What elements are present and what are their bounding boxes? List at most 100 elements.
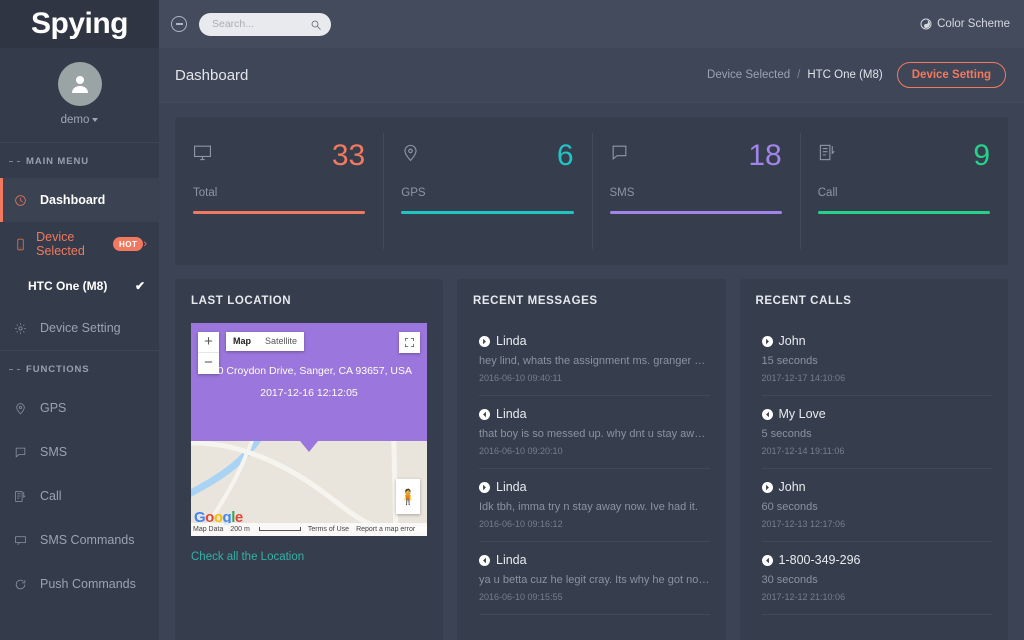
message-text: ya u betta cuz he legit cray. Its why he… [479,574,710,586]
hot-badge: HOT [113,237,143,251]
color-wheel-icon [920,18,932,30]
zoom-out-button[interactable]: − [198,353,219,374]
outgoing-arrow-icon [479,336,490,347]
stat-call-label: Call [818,187,990,199]
call-duration: 5 seconds [762,428,993,440]
map-report-link[interactable]: Report a map error [356,526,415,533]
outgoing-arrow-icon [762,482,773,493]
sidebar-item-gps-label: GPS [40,401,66,415]
profile-name-label: demo [61,114,90,126]
breadcrumb-item-device-selected[interactable]: Device Selected [707,69,790,81]
sidebar-item-sms[interactable]: SMS [0,430,159,474]
monitor-icon [193,143,212,167]
map-widget[interactable]: 630 Croydon Drive, Sanger, CA 93657, USA… [191,323,427,536]
call-log-icon [818,143,837,167]
map-pin-icon [14,402,31,415]
message-time: 2016-06-10 09:20:10 [479,446,710,456]
incoming-arrow-icon [479,409,490,420]
message-row[interactable]: Linda hey lind, whats the assignment ms.… [479,323,710,396]
call-time: 2017-12-14 19:11:06 [762,446,993,456]
call-row[interactable]: John 15 seconds 2017-12-17 14:10:06 [762,323,993,396]
call-time: 2017-12-17 14:10:06 [762,373,993,383]
message-text: that boy is so messed up. why dnt u stay… [479,428,710,440]
stats-card: 33 Total 6 GPS [175,117,1008,265]
zoom-in-button[interactable]: + [198,332,219,353]
map-type-map[interactable]: Map [226,332,258,351]
message-row[interactable]: Linda Idk tbh, imma try n stay away now.… [479,469,710,542]
collapse-sidebar-icon[interactable] [171,16,187,32]
sidebar-item-sms-label: SMS [40,445,67,459]
call-row[interactable]: My Love 5 seconds 2017-12-14 19:11:06 [762,396,993,469]
section-main-menu: MAIN MENU [0,142,159,178]
panel-last-location-title: LAST LOCATION [191,295,427,307]
message-row[interactable]: Linda that boy is so messed up. why dnt … [479,396,710,469]
sidebar-item-device-selected-label: Device Selected [36,230,106,258]
sidebar-item-device-selected[interactable]: Device Selected HOT › [0,222,159,266]
stat-call-value: 9 [973,143,990,169]
panel-recent-messages-title: RECENT MESSAGES [473,295,710,307]
mobile-icon [14,238,27,251]
color-scheme-button[interactable]: Color Scheme [920,18,1010,30]
profile-name-dropdown[interactable]: demo [0,114,159,126]
incoming-arrow-icon [762,409,773,420]
street-view-icon[interactable]: 🧍 [396,479,420,514]
call-row[interactable]: John 60 seconds 2017-12-13 12:17:06 [762,469,993,542]
call-duration: 30 seconds [762,574,993,586]
sidebar-item-dashboard[interactable]: Dashboard [0,178,159,222]
map-scale-label: 200 m [230,526,249,533]
stat-sms-label: SMS [610,187,782,199]
panel-recent-calls-title: RECENT CALLS [756,295,993,307]
messages-list: Linda hey lind, whats the assignment ms.… [473,323,710,615]
map-zoom-controls[interactable]: + − [198,332,219,374]
sidebar-item-call[interactable]: Call [0,474,159,518]
sidebar-item-call-label: Call [40,489,62,503]
stat-gps-label: GPS [401,187,573,199]
sidebar-item-device-setting[interactable]: Device Setting [0,306,159,350]
stat-sms-bar [610,211,782,214]
sidebar-item-gps[interactable]: GPS [0,386,159,430]
message-text: Idk tbh, imma try n stay away now. Ive h… [479,501,710,513]
device-setting-button[interactable]: Device Setting [897,62,1006,88]
map-type-satellite[interactable]: Satellite [258,332,304,351]
app-root: Spying demo MAIN MENU Dashboard Device S [0,0,1024,640]
map-address: 630 Croydon Drive, Sanger, CA 93657, USA [206,360,412,382]
sidebar-item-push-commands[interactable]: Push Commands [0,562,159,606]
message-sender: Linda [496,553,527,567]
check-icon: ✔ [135,279,145,293]
sidebar-subitem-htc-one-m8[interactable]: HTC One (M8) ✔ [0,266,159,306]
brand-logo[interactable]: Spying [0,0,159,48]
call-row[interactable]: 1-800-349-296 30 seconds 2017-12-12 21:1… [762,542,993,615]
stat-gps: 6 GPS [383,117,591,265]
map-type-switcher[interactable]: Map Satellite [226,332,304,351]
panel-last-location: LAST LOCATION 630 Croydon Drive, Sanger,… [175,279,443,640]
stat-sms: 18 SMS [592,117,800,265]
section-main-menu-label: MAIN MENU [26,156,89,167]
map-terms-link[interactable]: Terms of Use [308,526,349,533]
message-sender: Linda [496,407,527,421]
topbar: Color Scheme [159,0,1024,48]
outgoing-arrow-icon [479,482,490,493]
map-timestamp: 2017-12-16 12:12:05 [260,382,358,404]
check-all-location-link[interactable]: Check all the Location [191,551,304,563]
message-time: 2016-06-10 09:40:11 [479,373,710,383]
section-dash [9,369,20,370]
message-time: 2016-06-10 09:16:12 [479,519,710,529]
sidebar-item-sms-commands[interactable]: SMS Commands [0,518,159,562]
call-duration: 15 seconds [762,355,993,367]
search-field[interactable] [199,13,331,36]
search-icon[interactable] [310,18,322,30]
sidebar-item-push-commands-label: Push Commands [40,577,136,591]
stat-call: 9 Call [800,117,1008,265]
chevron-right-icon: › [143,238,147,250]
calls-list: John 15 seconds 2017-12-17 14:10:06 My L… [756,323,993,615]
fullscreen-icon[interactable] [399,332,420,353]
stat-total: 33 Total [175,117,383,265]
call-contact: 1-800-349-296 [779,553,861,567]
call-contact: John [779,480,806,494]
message-row[interactable]: Linda ya u betta cuz he legit cray. Its … [479,542,710,615]
sidebar: Spying demo MAIN MENU Dashboard Device S [0,0,159,640]
profile-block: demo [0,48,159,142]
stat-call-bar [818,211,990,214]
stat-total-value: 33 [332,143,365,169]
section-functions: FUNCTIONS [0,350,159,386]
